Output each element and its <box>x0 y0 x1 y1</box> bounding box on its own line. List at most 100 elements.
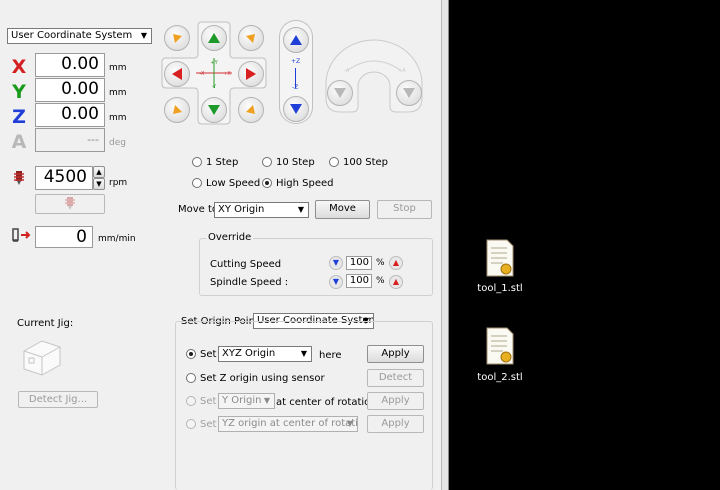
arrow-up-icon <box>208 33 220 43</box>
radio-low-speed-label: Low Speed <box>206 178 261 189</box>
stop-button[interactable]: Stop <box>377 200 432 219</box>
move-button[interactable]: Move <box>315 200 370 219</box>
spindle-speed-field[interactable]: 100 <box>346 274 372 288</box>
origin-here-select[interactable]: XYZ Origin ▼ <box>218 346 312 362</box>
radio-set-center-rotation[interactable] <box>186 396 196 406</box>
radio-1-step-label: 1 Step <box>206 157 239 168</box>
minus-a-label: -A <box>344 68 350 74</box>
stl-file-icon[interactable] <box>485 238 515 278</box>
jog-minus-x-button[interactable] <box>164 61 190 87</box>
diagonal-arrow-icon <box>173 34 182 43</box>
chevron-down-icon: ▼ <box>96 180 102 188</box>
spindle-toggle-button[interactable] <box>35 194 105 214</box>
file-label-tool-1[interactable]: tool_1.stl <box>470 283 530 294</box>
window-border <box>441 0 449 490</box>
cutting-speed-field[interactable]: 100 <box>346 256 372 270</box>
radio-1-step[interactable] <box>192 157 202 167</box>
move-to-label: Move to <box>178 204 219 215</box>
chevron-up-icon: ▲ <box>96 168 102 176</box>
set-label-1: Set <box>200 349 217 360</box>
arrow-down-icon <box>290 104 302 114</box>
apply-yz-rotation-button[interactable]: Apply <box>367 415 424 433</box>
jog-plus-x-button[interactable] <box>238 61 264 87</box>
jog-plus-z-button[interactable] <box>283 27 309 53</box>
radio-set-z-sensor[interactable] <box>186 373 196 383</box>
coordinate-system-value: User Coordinate System <box>11 30 133 41</box>
axis-x-unit: mm <box>109 63 127 73</box>
spindle-icon <box>14 171 24 185</box>
apply-center-rotation-button[interactable]: Apply <box>367 392 424 410</box>
set-z-sensor-label: Set Z origin using sensor <box>200 373 325 384</box>
chevron-down-icon: ▼ <box>140 31 148 40</box>
arrow-left-icon <box>172 68 182 80</box>
arrow-down-icon <box>334 88 346 98</box>
spindle-up-button[interactable]: ▲ <box>93 166 105 178</box>
file-label-tool-2[interactable]: tool_2.stl <box>470 372 530 383</box>
spindle-icon <box>65 197 75 210</box>
arrow-down-icon: ▼ <box>332 277 340 286</box>
spindle-speed-up-button[interactable]: ▲ <box>389 275 403 289</box>
jog-plus-y-button[interactable] <box>201 25 227 51</box>
jog-minus-x-plus-y-button[interactable] <box>164 25 190 51</box>
axis-y-unit: mm <box>109 88 127 98</box>
detect-jig-button[interactable]: Detect Jig... <box>18 391 98 408</box>
cutting-speed-label: Cutting Speed <box>210 259 282 270</box>
axis-a-value: --- <box>35 128 105 152</box>
cutting-speed-unit: % <box>376 258 385 268</box>
jog-minus-z-button[interactable] <box>283 96 309 122</box>
arrow-up-icon: ▲ <box>392 258 400 267</box>
radio-10-step-label: 10 Step <box>276 157 315 168</box>
center-rotation-value: Y Origin <box>222 395 262 406</box>
stl-file-icon[interactable] <box>485 326 515 366</box>
feed-icon <box>12 228 31 242</box>
radio-set-yz-rotation[interactable] <box>186 419 196 429</box>
yz-rotation-select[interactable]: YZ origin at center of rotation ▼ <box>218 416 358 432</box>
radio-10-step[interactable] <box>262 157 272 167</box>
axis-x-label: X <box>11 56 27 78</box>
arrow-right-icon <box>246 68 256 80</box>
chevron-down-icon: ▼ <box>346 419 354 428</box>
spindle-down-button[interactable]: ▼ <box>93 178 105 190</box>
arrow-up-icon: ▲ <box>392 277 400 286</box>
plus-a-label: +A <box>398 68 406 74</box>
plus-x-label: +X <box>223 71 231 77</box>
axis-a-label: A <box>11 131 27 153</box>
cutting-speed-up-button[interactable]: ▲ <box>389 256 403 270</box>
arrow-down-icon: ▼ <box>332 258 340 267</box>
jog-minus-a-button[interactable] <box>327 80 353 106</box>
jog-plus-x-minus-y-button[interactable] <box>238 97 264 123</box>
cutting-speed-down-button[interactable]: ▼ <box>329 256 343 270</box>
radio-high-speed-label: High Speed <box>276 178 334 189</box>
set-label-4: Set <box>200 419 217 430</box>
radio-set-origin-here[interactable] <box>186 349 196 359</box>
spindle-unit: rpm <box>109 178 128 188</box>
feed-rate-field: 0 <box>35 226 93 248</box>
axis-y-value: 0.00 <box>35 78 105 102</box>
diagonal-arrow-icon <box>246 34 255 43</box>
jog-plus-a-button[interactable] <box>396 80 422 106</box>
axis-z-unit: mm <box>109 113 127 123</box>
detect-button[interactable]: Detect <box>367 369 424 387</box>
here-label: here <box>319 350 342 361</box>
spindle-rpm-field[interactable]: 4500 <box>35 166 93 190</box>
plus-y-label: +Y <box>210 60 218 66</box>
radio-high-speed[interactable] <box>262 178 272 188</box>
axis-z-value: 0.00 <box>35 103 105 127</box>
center-rotation-label: at center of rotation <box>276 397 377 408</box>
spindle-speed-down-button[interactable]: ▼ <box>329 275 343 289</box>
jog-plus-x-plus-y-button[interactable] <box>238 25 264 51</box>
feed-unit: mm/min <box>98 234 136 244</box>
jog-minus-x-minus-y-button[interactable] <box>164 97 190 123</box>
move-to-select[interactable]: XY Origin ▼ <box>214 202 309 218</box>
override-title: Override <box>206 232 254 243</box>
coordinate-system-select[interactable]: User Coordinate System ▼ <box>7 28 152 44</box>
minus-x-label: -X <box>200 71 206 77</box>
radio-low-speed[interactable] <box>192 178 202 188</box>
chevron-down-icon: ▼ <box>263 396 271 405</box>
axis-z-label: Z <box>12 106 26 128</box>
radio-100-step[interactable] <box>329 157 339 167</box>
center-rotation-select[interactable]: Y Origin ▼ <box>218 393 275 409</box>
apply-here-button[interactable]: Apply <box>367 345 424 363</box>
axis-y-label: Y <box>12 81 26 103</box>
jog-minus-y-button[interactable] <box>201 97 227 123</box>
